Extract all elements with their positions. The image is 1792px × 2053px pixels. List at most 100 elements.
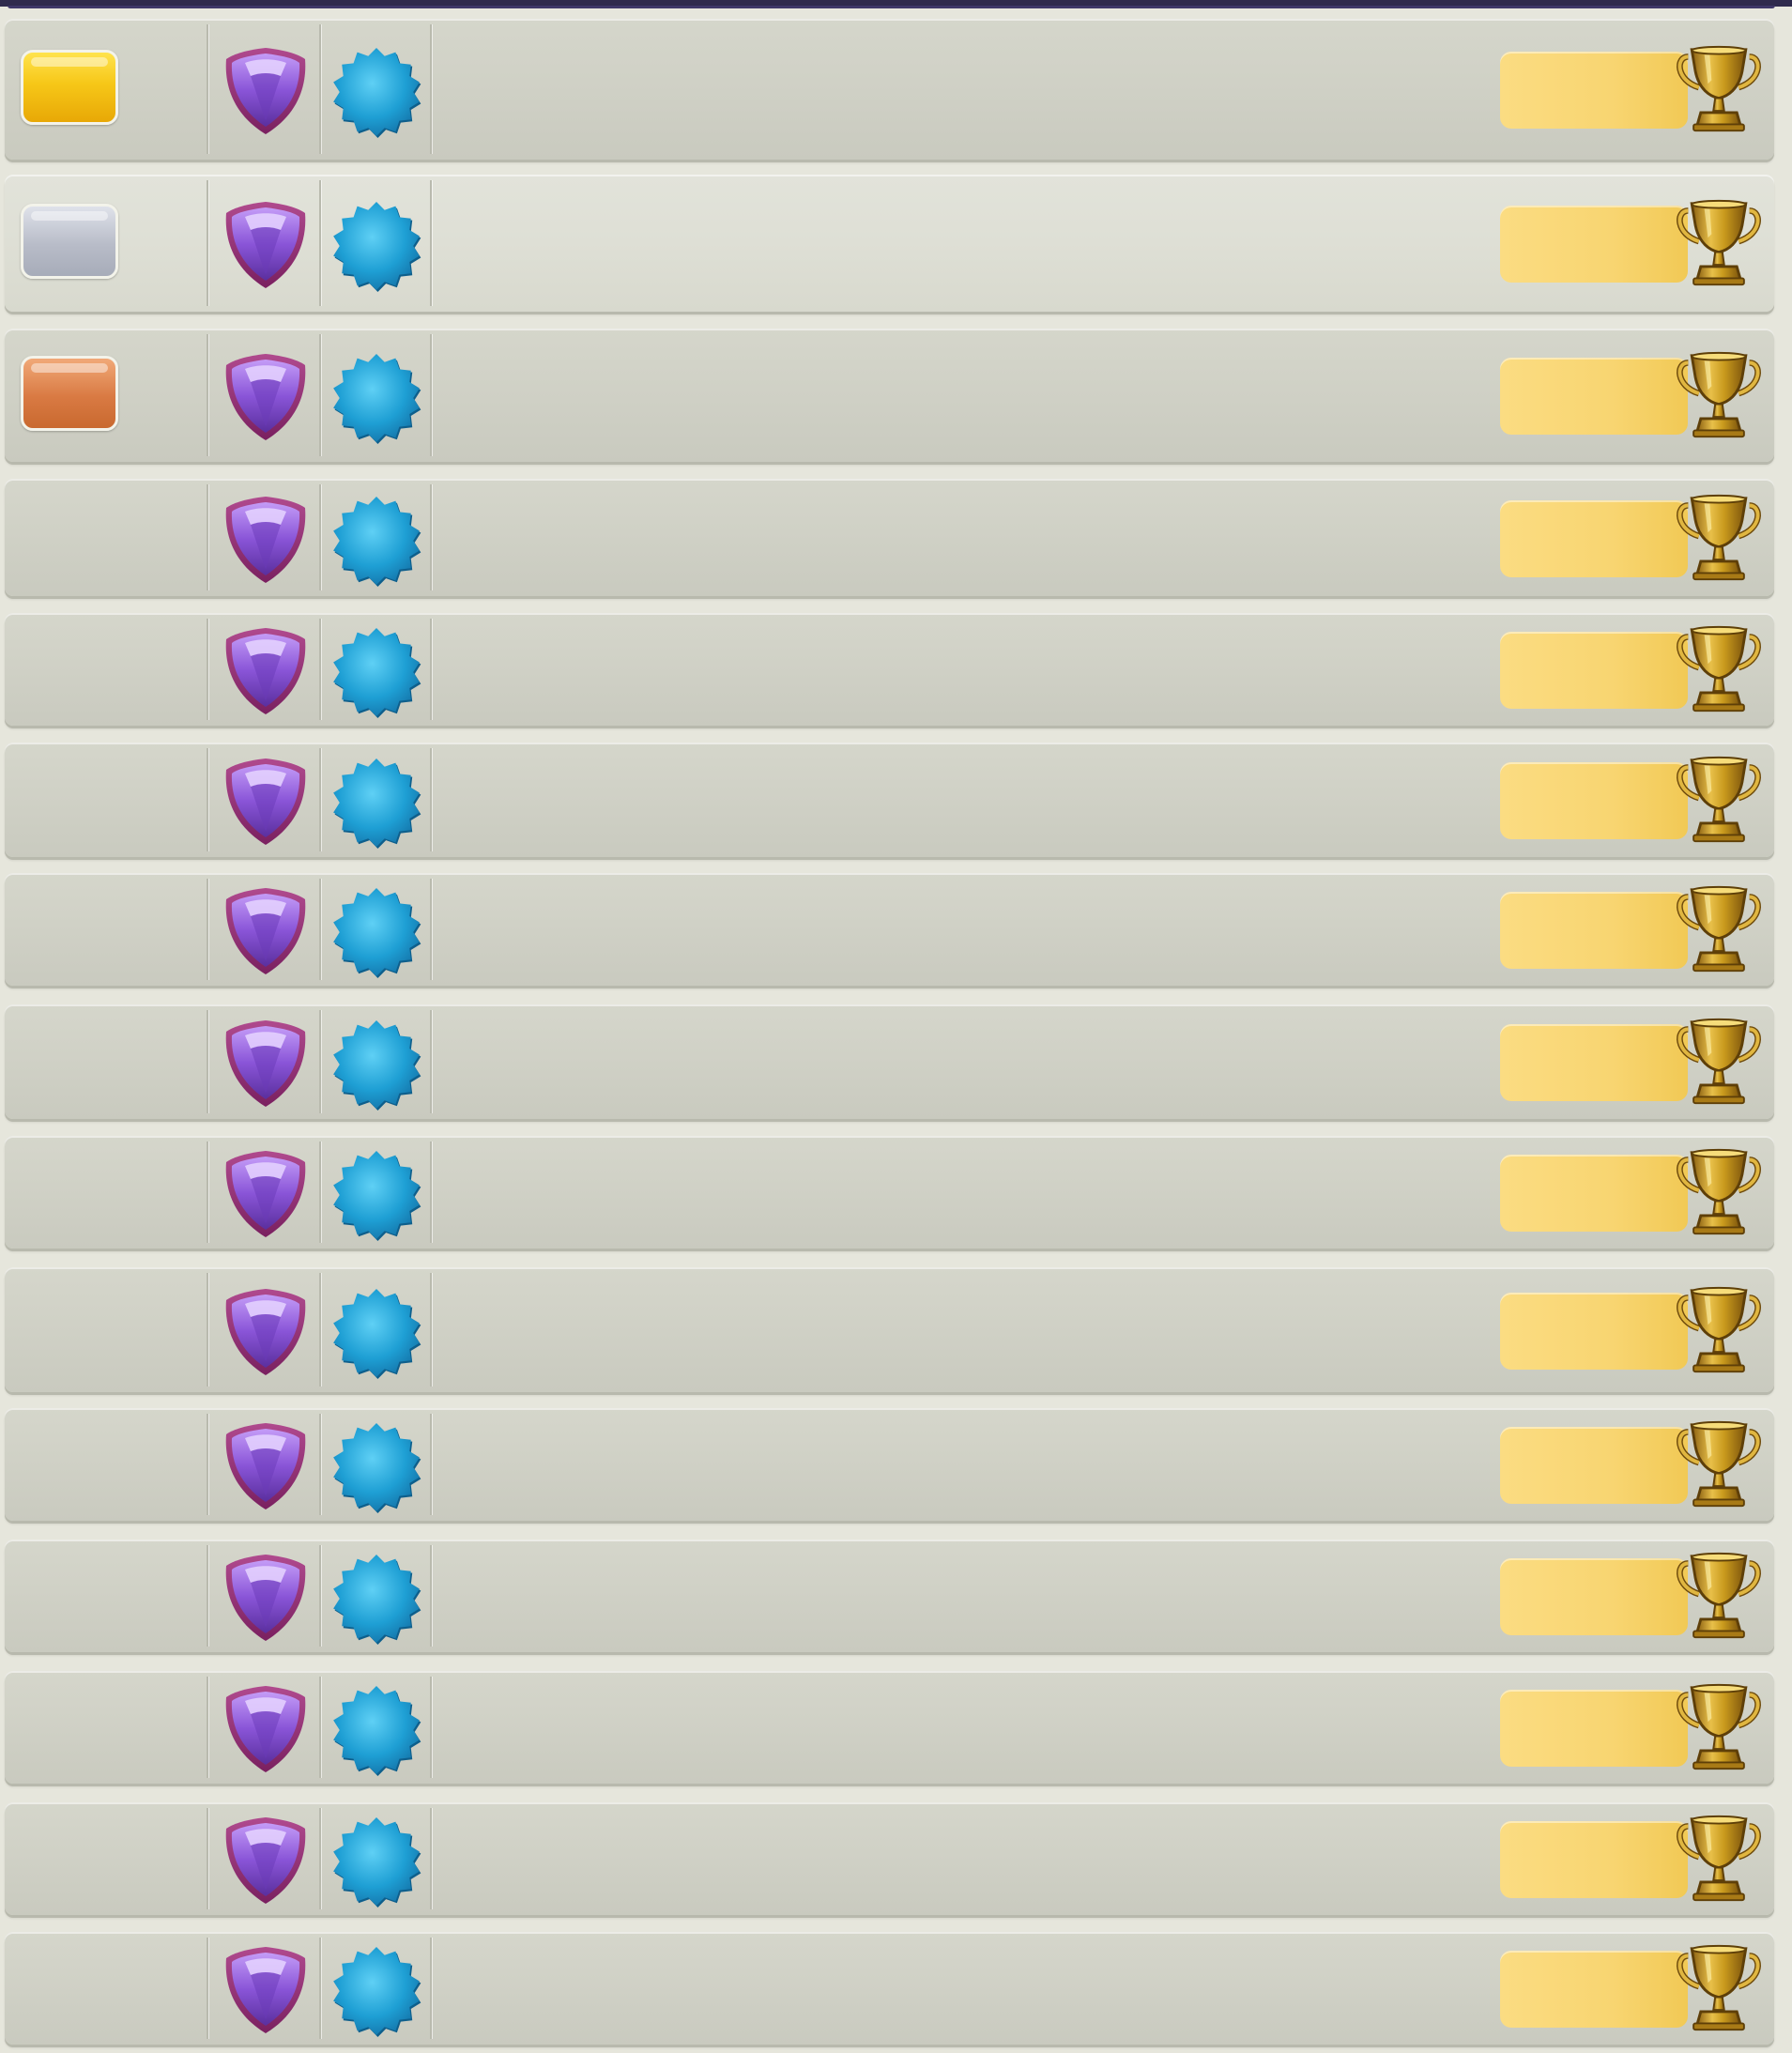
trophy-count-box bbox=[1500, 52, 1688, 129]
trophy-count-box bbox=[1500, 358, 1688, 435]
player-name-area[interactable] bbox=[446, 1004, 1478, 1119]
clan-badge-icon[interactable] bbox=[330, 626, 422, 718]
league-shield-icon bbox=[219, 1551, 313, 1645]
player-name-area[interactable] bbox=[446, 1136, 1478, 1249]
player-name-area[interactable] bbox=[446, 1932, 1478, 2045]
clan-badge-icon[interactable] bbox=[330, 1287, 422, 1379]
league-shield-icon bbox=[219, 1017, 313, 1111]
leaderboard-row[interactable] bbox=[5, 1540, 1774, 1652]
trophy-count-box bbox=[1500, 1292, 1688, 1370]
league-shield-icon bbox=[219, 1814, 313, 1907]
clan-badge-icon[interactable] bbox=[330, 1816, 422, 1907]
rank-cell bbox=[5, 479, 207, 596]
player-name-area[interactable] bbox=[446, 19, 1478, 160]
leaderboard-row[interactable] bbox=[5, 479, 1774, 596]
leaderboard-row[interactable] bbox=[5, 175, 1774, 312]
column-divider bbox=[430, 1677, 432, 1778]
column-divider bbox=[319, 180, 321, 306]
column-divider bbox=[207, 180, 208, 306]
column-divider bbox=[319, 484, 321, 590]
clan-badge-icon[interactable] bbox=[330, 200, 422, 292]
rank-cell bbox=[5, 1932, 207, 2045]
column-divider bbox=[319, 748, 321, 851]
player-name-area[interactable] bbox=[446, 743, 1478, 857]
leaderboard-row[interactable] bbox=[5, 1004, 1774, 1119]
rank-cell bbox=[5, 19, 207, 160]
clan-badge-icon[interactable] bbox=[330, 1149, 422, 1241]
trophy-icon bbox=[1674, 42, 1764, 136]
clan-badge-icon[interactable] bbox=[330, 46, 422, 138]
column-divider bbox=[207, 1414, 208, 1515]
player-name-area[interactable] bbox=[446, 175, 1478, 312]
column-divider bbox=[430, 748, 432, 851]
trophy-icon bbox=[1674, 491, 1764, 585]
leaderboard-row[interactable] bbox=[5, 743, 1774, 857]
league-shield-icon bbox=[219, 755, 313, 849]
clan-badge-icon[interactable] bbox=[330, 1553, 422, 1645]
leaderboard-row[interactable] bbox=[5, 1267, 1774, 1392]
league-shield-icon bbox=[219, 350, 313, 444]
clan-badge-icon[interactable] bbox=[330, 352, 422, 444]
column-divider bbox=[207, 484, 208, 590]
column-divider bbox=[430, 879, 432, 980]
player-name-area[interactable] bbox=[446, 613, 1478, 726]
leaderboard-row[interactable] bbox=[5, 873, 1774, 986]
clan-badge-icon[interactable] bbox=[330, 1421, 422, 1513]
player-name-area[interactable] bbox=[446, 1802, 1478, 1915]
column-divider bbox=[430, 1273, 432, 1387]
player-name-area[interactable] bbox=[446, 1267, 1478, 1392]
leaderboard-row[interactable] bbox=[5, 613, 1774, 726]
trophy-count-box bbox=[1500, 1821, 1688, 1898]
leaderboard-row[interactable] bbox=[5, 1671, 1774, 1784]
column-divider bbox=[430, 484, 432, 590]
player-name-area[interactable] bbox=[446, 479, 1478, 596]
column-divider bbox=[319, 334, 321, 456]
column-divider bbox=[207, 879, 208, 980]
rank-cell bbox=[5, 1671, 207, 1784]
column-divider bbox=[207, 334, 208, 456]
rank-cell bbox=[5, 1540, 207, 1652]
silver-medal-icon bbox=[21, 204, 118, 279]
column-divider bbox=[319, 1010, 321, 1113]
column-divider bbox=[319, 1414, 321, 1515]
column-divider bbox=[207, 1273, 208, 1387]
leaderboard-row[interactable] bbox=[5, 329, 1774, 462]
player-name-area[interactable] bbox=[446, 1671, 1478, 1784]
leaderboard-row[interactable] bbox=[5, 1932, 1774, 2045]
player-name-area[interactable] bbox=[446, 1408, 1478, 1521]
player-name-area[interactable] bbox=[446, 1540, 1478, 1652]
trophy-icon bbox=[1674, 1812, 1764, 1906]
leaderboard-row[interactable] bbox=[5, 1408, 1774, 1521]
clan-badge-icon[interactable] bbox=[330, 886, 422, 978]
column-divider bbox=[207, 1010, 208, 1113]
column-divider bbox=[207, 1938, 208, 2039]
player-name-area[interactable] bbox=[446, 329, 1478, 462]
trophy-count-box bbox=[1500, 1558, 1688, 1635]
trophy-icon bbox=[1674, 1417, 1764, 1511]
league-shield-icon bbox=[219, 1682, 313, 1776]
column-divider bbox=[207, 748, 208, 851]
leaderboard-row[interactable] bbox=[5, 19, 1774, 160]
column-divider bbox=[207, 1808, 208, 1909]
trophy-icon bbox=[1674, 753, 1764, 847]
column-divider bbox=[319, 619, 321, 720]
column-divider bbox=[207, 1141, 208, 1243]
rank-cell bbox=[5, 613, 207, 726]
clan-badge-icon[interactable] bbox=[330, 1945, 422, 2037]
column-divider bbox=[319, 1545, 321, 1647]
clan-badge-icon[interactable] bbox=[330, 495, 422, 587]
trophy-count-box bbox=[1500, 1024, 1688, 1101]
clan-badge-icon[interactable] bbox=[330, 1684, 422, 1776]
clan-badge-icon[interactable] bbox=[330, 1019, 422, 1111]
leaderboard-list[interactable] bbox=[0, 0, 1792, 2053]
trophy-count-box bbox=[1500, 632, 1688, 709]
leaderboard-row[interactable] bbox=[5, 1136, 1774, 1249]
trophy-icon bbox=[1674, 348, 1764, 442]
rank-cell bbox=[5, 1408, 207, 1521]
clan-badge-icon[interactable] bbox=[330, 757, 422, 849]
leaderboard-row[interactable] bbox=[5, 1802, 1774, 1915]
trophy-count-box bbox=[1500, 499, 1688, 577]
player-name-area[interactable] bbox=[446, 873, 1478, 986]
column-divider bbox=[430, 1010, 432, 1113]
column-divider bbox=[430, 180, 432, 306]
